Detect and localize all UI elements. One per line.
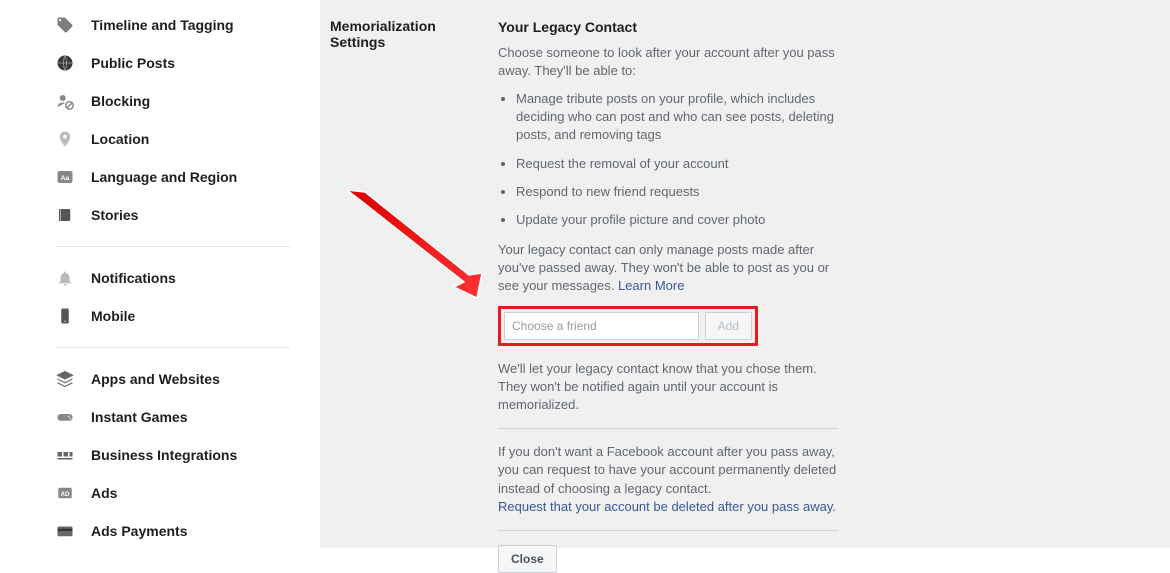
delete-account-text: If you don't want a Facebook account aft… <box>498 443 838 516</box>
sidebar-item-apps[interactable]: Apps and Websites <box>55 360 290 398</box>
sidebar-item-label: Mobile <box>91 308 135 324</box>
sidebar-item-mobile[interactable]: Mobile <box>55 297 290 335</box>
globe-icon <box>55 53 75 73</box>
sidebar-item-stories[interactable]: Stories <box>55 196 290 234</box>
sidebar-divider <box>55 246 290 247</box>
sidebar-item-language[interactable]: Aa Language and Region <box>55 158 290 196</box>
svg-text:Aa: Aa <box>61 175 70 182</box>
main-content: Memorialization Settings Your Legacy Con… <box>320 0 1170 548</box>
sidebar-divider <box>55 347 290 348</box>
sidebar-item-instant-games[interactable]: Instant Games <box>55 398 290 436</box>
mobile-icon <box>55 306 75 326</box>
location-icon <box>55 129 75 149</box>
capabilities-list: Manage tribute posts on your profile, wh… <box>498 90 838 229</box>
list-item: Update your profile picture and cover ph… <box>516 211 838 229</box>
bell-icon <box>55 268 75 288</box>
request-delete-link[interactable]: Request that your account be deleted aft… <box>498 499 836 514</box>
language-icon: Aa <box>55 167 75 187</box>
delete-prefix: If you don't want a Facebook account aft… <box>498 444 836 495</box>
sidebar-item-label: Business Integrations <box>91 447 237 463</box>
close-button[interactable]: Close <box>498 545 557 573</box>
sidebar-item-ads-payments[interactable]: Ads Payments <box>55 512 290 550</box>
choose-friend-row: Add <box>498 306 758 346</box>
sidebar-item-label: Location <box>91 131 149 147</box>
sidebar-group-3: Apps and Websites Instant Games Business… <box>55 360 290 550</box>
intro-text: Choose someone to look after your accoun… <box>498 44 838 80</box>
list-item: Respond to new friend requests <box>516 183 838 201</box>
list-item: Request the removal of your account <box>516 155 838 173</box>
sidebar-item-location[interactable]: Location <box>55 120 290 158</box>
sidebar-item-label: Stories <box>91 207 138 223</box>
sidebar-item-label: Notifications <box>91 270 176 286</box>
sidebar-item-label: Blocking <box>91 93 150 109</box>
sidebar-item-label: Public Posts <box>91 55 175 71</box>
block-icon <box>55 91 75 111</box>
sidebar-group-2: Notifications Mobile <box>55 259 290 335</box>
sidebar: Timeline and Tagging Public Posts Blocki… <box>0 0 320 548</box>
after-input-text: We'll let your legacy contact know that … <box>498 360 838 415</box>
sidebar-item-notifications[interactable]: Notifications <box>55 259 290 297</box>
content-divider <box>498 428 838 429</box>
sidebar-group-1: Timeline and Tagging Public Posts Blocki… <box>55 6 290 234</box>
choose-friend-input[interactable] <box>504 312 699 340</box>
sidebar-item-blocking[interactable]: Blocking <box>55 82 290 120</box>
stories-icon <box>55 205 75 225</box>
sidebar-item-label: Language and Region <box>91 169 237 185</box>
apps-icon <box>55 369 75 389</box>
ads-icon: AD <box>55 483 75 503</box>
business-icon <box>55 445 75 465</box>
content-heading: Your Legacy Contact <box>498 18 838 38</box>
content-divider <box>498 530 838 531</box>
sidebar-item-business[interactable]: Business Integrations <box>55 436 290 474</box>
add-button[interactable]: Add <box>705 312 752 340</box>
list-item: Manage tribute posts on your profile, wh… <box>516 90 838 145</box>
sidebar-item-label: Ads Payments <box>91 523 187 539</box>
tag-icon <box>55 15 75 35</box>
learn-more-link[interactable]: Learn More <box>618 278 684 293</box>
svg-text:AD: AD <box>61 492 70 498</box>
sidebar-item-ads[interactable]: AD Ads <box>55 474 290 512</box>
sidebar-item-timeline-tagging[interactable]: Timeline and Tagging <box>55 6 290 44</box>
sidebar-item-label: Apps and Websites <box>91 371 220 387</box>
payments-icon <box>55 521 75 541</box>
section-title: Memorialization Settings <box>330 18 490 530</box>
sidebar-item-label: Instant Games <box>91 409 187 425</box>
content-column: Your Legacy Contact Choose someone to lo… <box>498 18 838 530</box>
games-icon <box>55 407 75 427</box>
sidebar-item-label: Ads <box>91 485 117 501</box>
note-text: Your legacy contact can only manage post… <box>498 241 838 296</box>
sidebar-item-label: Timeline and Tagging <box>91 17 234 33</box>
sidebar-item-public-posts[interactable]: Public Posts <box>55 44 290 82</box>
